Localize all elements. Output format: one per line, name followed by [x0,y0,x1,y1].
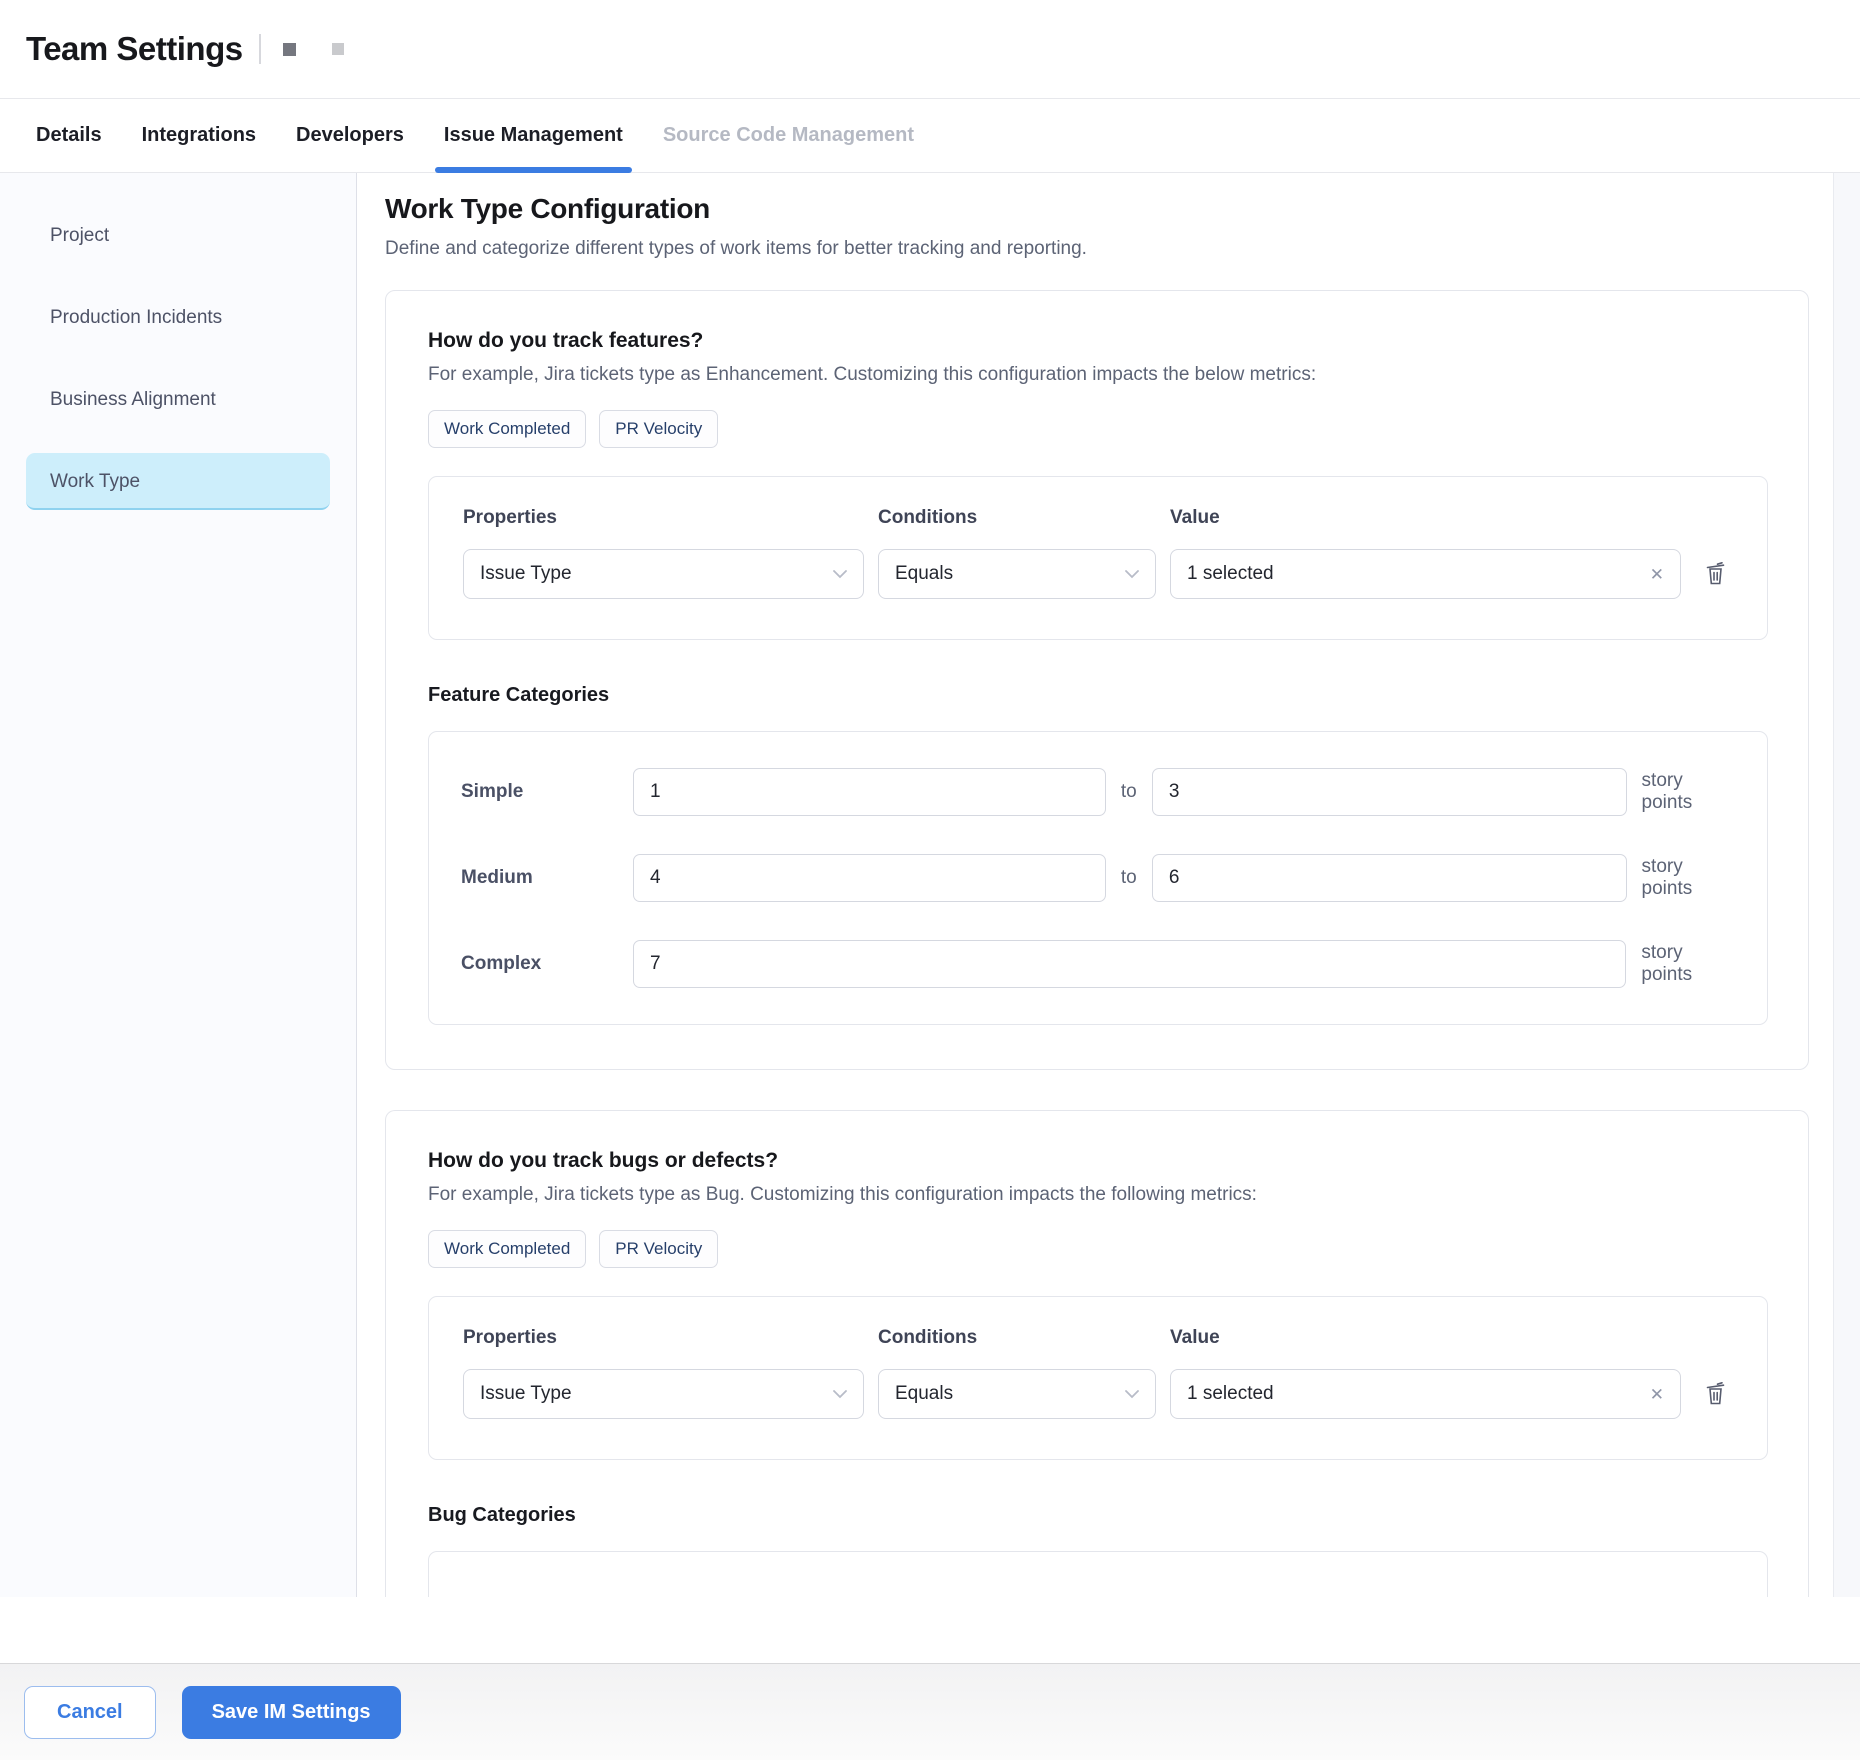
chevron-down-icon [833,1383,847,1405]
features-metric-badges: Work Completed PR Velocity [428,410,1768,448]
story-points-label: story points [1641,942,1735,986]
sidebar-item-production-incidents[interactable]: Production Incidents [26,289,330,346]
category-label: Simple [461,781,633,803]
tab-source-code-management[interactable]: Source Code Management [663,99,914,172]
category-row-simple: Simple to story points [461,768,1735,816]
to-label: to [1106,781,1152,803]
clear-selection-icon[interactable]: ✕ [1650,1386,1664,1403]
bugs-property-select[interactable]: Issue Type [463,1369,864,1419]
active-tab-underline [435,167,632,173]
features-condition-select[interactable]: Equals [878,549,1156,599]
conditions-label: Conditions [878,1327,1156,1349]
sidebar-item-business-alignment[interactable]: Business Alignment [26,371,330,428]
properties-label: Properties [463,507,864,529]
trash-icon [1704,560,1727,589]
features-description: For example, Jira tickets type as Enhanc… [428,364,1768,386]
scrollbar-track[interactable] [1833,173,1860,1597]
badge-pr-velocity: PR Velocity [599,410,718,448]
simple-to-input[interactable] [1152,768,1627,816]
feature-categories-heading: Feature Categories [428,684,1768,707]
conditions-label: Conditions [878,507,1156,529]
medium-from-input[interactable] [633,854,1106,902]
square-icon-dark [283,43,296,56]
square-icon-light [332,43,344,55]
sidebar-item-work-type[interactable]: Work Type [26,453,330,510]
feature-categories-box: Simple to story points Medium to story p… [428,731,1768,1025]
chevron-down-icon [1125,563,1139,585]
sidebar-item-project[interactable]: Project [26,207,330,264]
story-points-label: story points [1642,770,1735,814]
cancel-button[interactable]: Cancel [24,1686,156,1739]
tab-integrations[interactable]: Integrations [142,99,256,172]
story-points-label: story points [1642,856,1735,900]
badge-pr-velocity: PR Velocity [599,1230,718,1268]
category-label: Complex [461,953,633,975]
properties-label: Properties [463,1327,864,1349]
features-condition-grid: Properties Conditions Value Issue Type E… [463,507,1735,599]
clear-selection-icon[interactable]: ✕ [1650,566,1664,583]
section-title: Work Type Configuration [385,193,1809,225]
medium-to-input[interactable] [1152,854,1627,902]
features-delete-condition-button[interactable] [1695,549,1735,599]
features-card: How do you track features? For example, … [385,290,1809,1070]
category-row-complex: Complex story points [461,940,1735,988]
value-label: Value [1170,507,1681,529]
title-divider [259,34,261,64]
page-title: Team Settings [26,30,243,68]
features-heading: How do you track features? [428,329,1768,353]
bugs-metric-badges: Work Completed PR Velocity [428,1230,1768,1268]
features-value-select[interactable]: 1 selected ✕ [1170,549,1681,599]
chevron-down-icon [833,563,847,585]
bugs-value-select[interactable]: 1 selected ✕ [1170,1369,1681,1419]
bugs-condition-grid: Properties Conditions Value Issue Type E… [463,1327,1735,1419]
bugs-delete-condition-button[interactable] [1695,1369,1735,1419]
bugs-card: How do you track bugs or defects? For ex… [385,1110,1809,1597]
value-label: Value [1170,1327,1681,1349]
tab-details[interactable]: Details [36,99,102,172]
bugs-condition-box: Properties Conditions Value Issue Type E… [428,1296,1768,1460]
bug-categories-heading: Bug Categories [428,1504,1768,1527]
section-subtitle: Define and categorize different types of… [385,238,1809,260]
badge-work-completed: Work Completed [428,410,586,448]
work-type-panel: Work Type Configuration Define and categ… [357,173,1833,1597]
bugs-description: For example, Jira tickets type as Bug. C… [428,1184,1768,1206]
category-label: Medium [461,867,633,889]
bottom-gap [0,1597,1860,1663]
bug-categories-box [428,1551,1768,1597]
category-row-medium: Medium to story points [461,854,1735,902]
content-area: Project Production Incidents Business Al… [0,173,1860,1597]
bugs-condition-select[interactable]: Equals [878,1369,1156,1419]
save-im-settings-button[interactable]: Save IM Settings [182,1686,401,1739]
tab-issue-management[interactable]: Issue Management [444,99,623,172]
bugs-heading: How do you track bugs or defects? [428,1149,1768,1173]
tab-bar: Details Integrations Developers Issue Ma… [0,98,1860,173]
complex-from-input[interactable] [633,940,1626,988]
chevron-down-icon [1125,1383,1139,1405]
team-settings-page: Team Settings Details Integrations Devel… [0,0,1860,1760]
settings-sidebar: Project Production Incidents Business Al… [0,173,357,1597]
simple-from-input[interactable] [633,768,1106,816]
to-label: to [1106,867,1152,889]
trash-icon [1704,1380,1727,1409]
features-property-select[interactable]: Issue Type [463,549,864,599]
page-header: Team Settings [0,0,1860,98]
features-condition-box: Properties Conditions Value Issue Type E… [428,476,1768,640]
footer-action-bar: Cancel Save IM Settings [0,1663,1860,1760]
tab-developers[interactable]: Developers [296,99,404,172]
badge-work-completed: Work Completed [428,1230,586,1268]
